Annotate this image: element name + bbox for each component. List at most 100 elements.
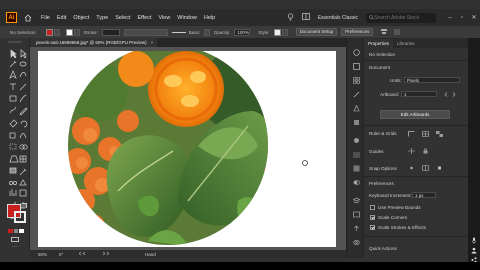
current-tool[interactable]: Hand: [145, 252, 156, 257]
graphic-style-swatch[interactable]: [273, 28, 281, 36]
stroke-dropdown[interactable]: [73, 28, 80, 36]
divider: [364, 236, 468, 237]
screen-mode-icon[interactable]: [11, 237, 19, 242]
color-panel-icon[interactable]: [351, 48, 361, 56]
snap-to-pixel-icon[interactable]: [436, 165, 443, 171]
document-setup-button[interactable]: Document Setup: [295, 28, 338, 36]
stock-search[interactable]: [366, 12, 436, 23]
transparency-icon[interactable]: [351, 178, 361, 186]
menu-help[interactable]: Help: [204, 15, 215, 21]
main-menu: File Edit Object Type Select Effect View…: [41, 15, 222, 21]
fill-dropdown[interactable]: [53, 28, 60, 36]
panel-menu-icon[interactable]: [394, 29, 401, 36]
close-tab-icon[interactable]: ×: [151, 40, 154, 45]
snap-to-grid-icon[interactable]: [422, 165, 429, 171]
align-icon[interactable]: [380, 28, 388, 36]
stroke-panel-icon[interactable]: [351, 150, 361, 158]
artboard-selector[interactable]: 1: [401, 91, 437, 97]
layers-icon[interactable]: [351, 196, 361, 204]
lock-guides-icon[interactable]: [422, 148, 429, 154]
microphone-icon[interactable]: [470, 236, 478, 244]
appearance-icon[interactable]: [351, 136, 361, 144]
menu-view[interactable]: View: [158, 15, 170, 21]
artboard-prev-icon[interactable]: [442, 91, 449, 97]
gradient-mode-icon[interactable]: [13, 229, 19, 233]
color-guide-icon[interactable]: [351, 62, 361, 70]
document-tab-title: pexels-nati-16999658.jpg* @ 50% (RGB/GPU…: [36, 40, 147, 45]
artboards-panel-icon[interactable]: [351, 210, 361, 218]
edit-artboards-button[interactable]: Edit Artboards: [380, 110, 450, 119]
style-dropdown[interactable]: [281, 28, 288, 36]
variable-width-profile[interactable]: [123, 28, 168, 36]
menu-type[interactable]: Type: [96, 15, 108, 21]
opacity-label: Opacity:: [213, 29, 231, 35]
salad-photo-circle[interactable]: [38, 51, 336, 247]
home-icon[interactable]: [23, 13, 33, 23]
rotation-field[interactable]: 0°: [59, 252, 73, 257]
search-input[interactable]: [374, 14, 434, 21]
opacity-field[interactable]: 100%: [234, 28, 251, 36]
zoom-level[interactable]: 50%: [38, 252, 47, 257]
cursor-marker: [302, 160, 308, 166]
divider: [364, 176, 468, 177]
symbols-icon[interactable]: [351, 104, 361, 112]
maximize-button[interactable]: ▫: [456, 15, 468, 21]
show-rulers-icon[interactable]: [408, 131, 415, 137]
menu-effect[interactable]: Effect: [138, 15, 152, 21]
graphic-styles-icon[interactable]: [351, 118, 361, 126]
minimize-button[interactable]: –: [444, 15, 456, 21]
artboard-label: Artboard:: [380, 92, 399, 97]
brushes-icon[interactable]: [351, 90, 361, 98]
transparency-grid-icon[interactable]: [436, 131, 443, 137]
arrange-documents-icon[interactable]: [301, 13, 310, 22]
scale-corners-checkbox[interactable]: [370, 215, 375, 220]
artboard-nav[interactable]: [78, 251, 110, 257]
tab-properties[interactable]: Properties: [364, 39, 393, 48]
color-mode-buttons[interactable]: [8, 229, 25, 233]
edit-toolbar-icon[interactable]: ···: [12, 244, 17, 250]
stroke-swatch[interactable]: [65, 28, 73, 36]
gradient-panel-icon[interactable]: [351, 164, 361, 172]
quick-actions-title: Quick Actions: [369, 246, 397, 251]
color-mode-icon[interactable]: [8, 229, 13, 233]
no-selection-label: No Selection: [369, 52, 396, 57]
properties-panel: Properties Libraries No Selection Docume…: [364, 38, 468, 258]
swap-colors-icon[interactable]: [22, 203, 27, 208]
menu-window[interactable]: Window: [177, 15, 197, 21]
keyboard-increment-field[interactable]: 1 px: [412, 192, 436, 198]
canvas-area[interactable]: [30, 47, 346, 250]
stroke-weight-field[interactable]: [101, 28, 120, 36]
preferences-button[interactable]: Preferences: [341, 28, 374, 36]
brush-name[interactable]: Basic: [189, 30, 200, 35]
keyboard-increment-value: 1 px: [415, 193, 424, 198]
menu-edit[interactable]: Edit: [57, 15, 66, 21]
divider: [364, 60, 468, 61]
fill-swatch[interactable]: [45, 28, 53, 36]
document-tab[interactable]: pexels-nati-16999658.jpg* @ 50% (RGB/GPU…: [30, 38, 158, 47]
person-icon[interactable]: [470, 246, 478, 254]
tab-libraries[interactable]: Libraries: [393, 39, 419, 48]
menu-file[interactable]: File: [41, 15, 50, 21]
brush-dropdown[interactable]: [203, 28, 210, 36]
show-grid-icon[interactable]: [422, 131, 429, 137]
stroke-color-box[interactable]: [14, 211, 26, 223]
scale-strokes-checkbox[interactable]: [370, 225, 375, 230]
units-dropdown[interactable]: Pixels: [404, 77, 460, 83]
snap-to-point-icon[interactable]: [408, 165, 415, 171]
menu-select[interactable]: Select: [115, 15, 130, 21]
show-guides-icon[interactable]: [408, 148, 415, 154]
close-button[interactable]: ✕: [468, 14, 480, 21]
scale-corners-label: Scale Corners: [378, 215, 408, 220]
swatches-icon[interactable]: [351, 76, 361, 84]
links-icon[interactable]: [351, 238, 361, 246]
menu-object[interactable]: Object: [73, 15, 89, 21]
status-bar: 50% 0° Hand: [30, 250, 346, 258]
workspace-switcher[interactable]: Essentials Classic: [318, 15, 358, 21]
lightbulb-icon[interactable]: [287, 12, 294, 23]
artboard[interactable]: [38, 51, 336, 247]
app-logo: Ai: [6, 12, 17, 23]
use-preview-bounds-checkbox[interactable]: [370, 205, 375, 210]
artboard-next-icon[interactable]: [450, 91, 457, 97]
asset-export-icon[interactable]: [351, 224, 361, 232]
none-mode-icon[interactable]: [19, 229, 25, 233]
